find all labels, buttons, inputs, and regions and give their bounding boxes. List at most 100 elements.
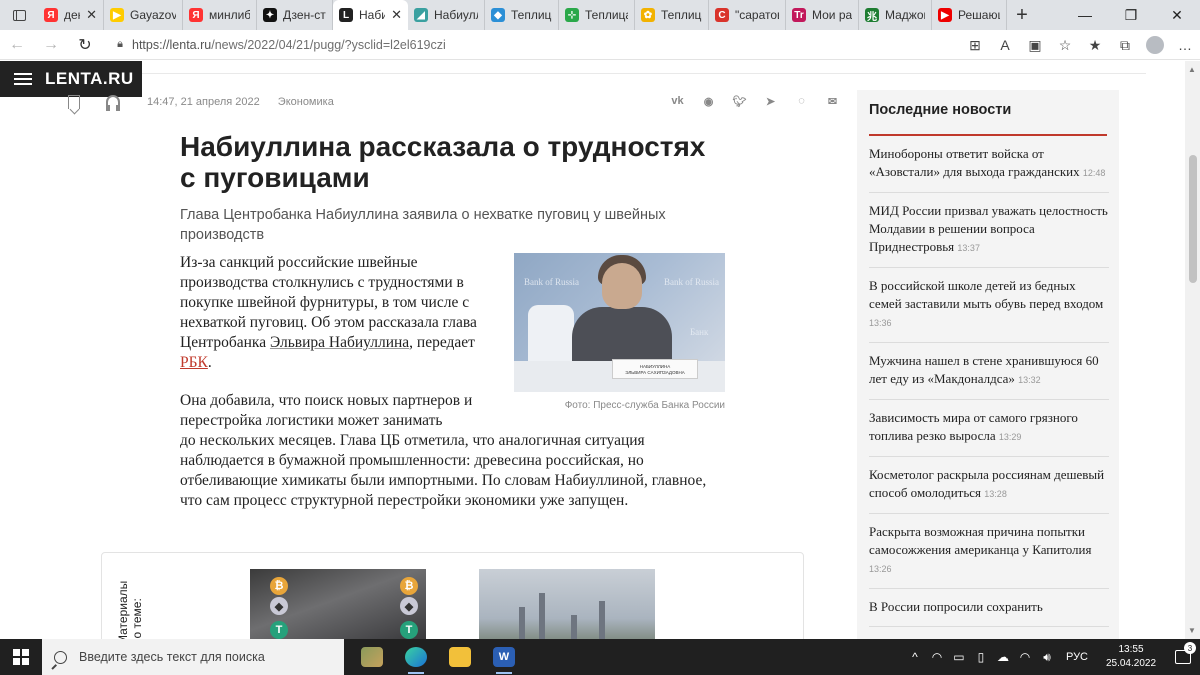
word-icon: W [493, 647, 515, 667]
browser-tab[interactable]: ◆ Теплица [485, 0, 559, 30]
menu-icon[interactable] [14, 73, 32, 85]
browser-tab[interactable]: Яминлибе [183, 0, 257, 30]
news-item-time: 12:48 [1082, 168, 1106, 178]
back-button[interactable]: ← [0, 30, 34, 60]
browser-tab[interactable]: 兆 Маджон [859, 0, 932, 30]
news-item-title: Зависимость мира от самого грязного топл… [869, 410, 1078, 443]
twitter-icon[interactable]: 🐦︎ [730, 93, 749, 109]
notifications-button[interactable]: 3 [1166, 642, 1200, 664]
mail-icon[interactable]: ✉ [823, 93, 842, 109]
news-item[interactable]: Косметолог раскрыла россиянам дешевый сп… [869, 466, 1109, 514]
scrollbar-thumb[interactable] [1189, 155, 1197, 283]
tab-title: "саратов [735, 8, 779, 22]
paragraph-text: до нескольких месяцев. Глава ЦБ отметила… [180, 432, 707, 509]
cloud-icon[interactable]: ☁ [992, 650, 1014, 664]
minimize-button[interactable]: — [1062, 0, 1108, 30]
factory-stack [571, 615, 577, 639]
phone-icon[interactable]: ▯ [970, 650, 992, 664]
favorites-icon[interactable]: ★ [1080, 30, 1110, 60]
news-item[interactable]: В России попросили сохранить [869, 598, 1109, 627]
article-rubric[interactable]: Экономика [278, 96, 334, 108]
tether-icon: T [270, 621, 288, 639]
related-thumb-factory[interactable] [479, 569, 655, 639]
page-scrollbar[interactable]: ▲ ▼ [1185, 61, 1200, 639]
tab-title: Наби [359, 8, 386, 22]
profile-avatar[interactable] [1140, 30, 1170, 60]
lock-icon[interactable]: 🔒︎ [108, 38, 132, 51]
browser-tab[interactable]: ◢ Набиулл [408, 0, 485, 30]
news-item[interactable]: Раскрыта возможная причина попытки самос… [869, 523, 1109, 589]
telegram-icon[interactable]: ➤ [761, 93, 780, 109]
bookmark-icon[interactable] [68, 95, 80, 109]
sidebar-accent-line [869, 134, 1107, 136]
news-item-time: 13:36 [869, 318, 892, 328]
url-field[interactable]: 🔒︎ https://lenta.ru/news/2022/04/21/pugg… [108, 32, 1008, 58]
taskbar-app-word[interactable]: W [482, 639, 526, 675]
language-indicator[interactable]: РУС [1066, 651, 1088, 663]
article-headline: Набиуллина рассказала о трудностях с пуг… [180, 131, 706, 193]
start-button[interactable] [0, 639, 42, 675]
tab-close-icon[interactable]: ✕ [86, 7, 97, 23]
browser-tab[interactable]: L Наби ✕ [333, 0, 408, 30]
browser-tab[interactable]: ▶ Решаюш [932, 0, 1007, 30]
site-logo[interactable]: LENTA.RU [45, 69, 134, 89]
collections-icon[interactable]: ⧉ [1110, 30, 1140, 60]
apps-icon[interactable]: ⊞ [960, 30, 990, 60]
news-item-title: Мужчина нашел в стене хранившуюся 60 лет… [869, 353, 1099, 386]
news-item[interactable]: Зависимость мира от самого грязного топл… [869, 409, 1109, 457]
web-page: LENTA.RU 14:47, 21 апреля 2022 Экономика… [0, 61, 1200, 639]
new-tab-button[interactable]: + [1007, 0, 1037, 30]
scroll-down-icon[interactable]: ▼ [1188, 626, 1196, 635]
ok-icon[interactable]: ◉ [699, 93, 718, 109]
more-menu-icon[interactable]: … [1170, 30, 1200, 60]
news-item-time: 13:37 [957, 243, 980, 253]
tab-favicon-icon: Я [189, 8, 203, 22]
browser-tab[interactable]: ▶ Gayazov [104, 0, 183, 30]
whatsapp-icon[interactable]: ◌ [792, 93, 811, 109]
news-item[interactable]: В российской школе детей из бедных семей… [869, 277, 1109, 343]
maximize-button[interactable]: ❐ [1108, 0, 1154, 30]
news-item-title: Минобороны ответит войска от «Азовстали»… [869, 146, 1083, 179]
browser-tab[interactable]: ✦ Дзен-сту [257, 0, 333, 30]
taskbar-app-weather[interactable] [350, 639, 394, 675]
clock[interactable]: 13:55 25.04.2022 [1096, 643, 1166, 671]
url-path: /news/2022/04/21/pugg/?ysclid=l2el619czi [211, 37, 446, 52]
tab-title: Маджон [885, 8, 925, 22]
read-aloud-icon[interactable]: A [990, 30, 1020, 60]
person-link[interactable]: Эльвира Набиуллина [270, 334, 409, 351]
article-photo[interactable]: Bank of Russia Bank of Russia Банк НАБИУ… [514, 253, 725, 392]
taskbar-app-edge[interactable] [394, 639, 438, 675]
browser-tab[interactable]: Яден ✕ [38, 0, 104, 30]
browser-tab[interactable]: C "саратов [709, 0, 786, 30]
vk-icon[interactable]: vk [668, 93, 687, 109]
headphones-icon[interactable] [106, 95, 120, 111]
forward-button[interactable]: → [34, 30, 68, 60]
battery-icon[interactable]: ▭ [948, 650, 970, 664]
taskbar-search[interactable]: Введите здесь текст для поиска [42, 639, 344, 675]
network-icon[interactable]: ◠ [926, 650, 948, 664]
paragraph-text: Она добавила, что поиск новых партнеров … [180, 392, 473, 429]
source-link[interactable]: РБК [180, 354, 208, 371]
address-bar: ← → ↻ 🔒︎ https://lenta.ru/news/2022/04/2… [0, 30, 1200, 60]
news-item[interactable]: МИД России призвал уважать целостность М… [869, 202, 1109, 268]
close-window-button[interactable]: ✕ [1154, 0, 1200, 30]
news-item[interactable]: Минобороны ответит войска от «Азовстали»… [869, 145, 1109, 193]
wifi-icon[interactable]: ◠ [1014, 650, 1036, 664]
chevron-up-icon[interactable]: ^ [904, 650, 926, 664]
refresh-button[interactable]: ↻ [68, 30, 102, 60]
tab-close-icon[interactable]: ✕ [391, 7, 402, 23]
related-thumb-crypto[interactable]: ₿ ₿ ◆ ◆ T T [250, 569, 426, 639]
taskbar-app-explorer[interactable] [438, 639, 482, 675]
volume-icon[interactable]: 🔊︎ [1036, 650, 1058, 665]
browser-tab[interactable]: Tr Мои раб [786, 0, 859, 30]
tab-actions-button[interactable] [0, 0, 38, 30]
browser-tab[interactable]: ✿ Теплица [635, 0, 709, 30]
scroll-up-icon[interactable]: ▲ [1188, 65, 1196, 74]
news-item-title: В России попросили сохранить [869, 599, 1043, 614]
immersive-reader-icon[interactable]: ▣ [1020, 30, 1050, 60]
add-favorite-icon[interactable]: ☆ [1050, 30, 1080, 60]
browser-tab[interactable]: ⊹ Теплица [559, 0, 635, 30]
news-item[interactable]: Мужчина нашел в стене хранившуюся 60 лет… [869, 352, 1109, 400]
article-lede: Глава Центробанка Набиуллина заявила о н… [180, 207, 666, 243]
taskbar-search-placeholder: Введите здесь текст для поиска [79, 650, 265, 664]
